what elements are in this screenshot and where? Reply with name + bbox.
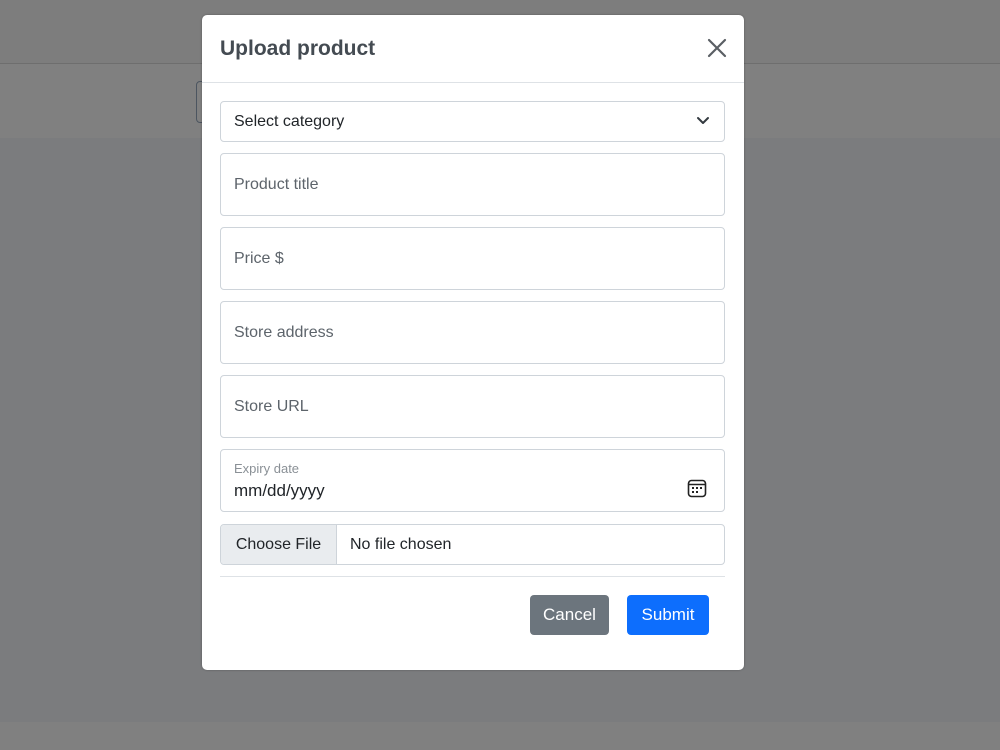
store-url-placeholder: Store URL <box>234 398 309 415</box>
store-address-input[interactable]: Store address <box>220 301 725 364</box>
calendar-icon[interactable] <box>687 478 707 498</box>
modal-header: Upload product <box>202 15 744 83</box>
cancel-button[interactable]: Cancel <box>530 595 609 635</box>
chevron-down-icon <box>697 117 709 124</box>
product-title-placeholder: Product title <box>234 176 319 193</box>
file-input[interactable]: Choose File No file chosen <box>220 524 725 565</box>
close-icon[interactable] <box>706 37 728 59</box>
category-select[interactable]: Select category <box>220 101 725 142</box>
expiry-date-label: Expiry date <box>234 461 300 476</box>
category-select-value: Select category <box>234 113 345 130</box>
choose-file-button[interactable]: Choose File <box>221 525 337 564</box>
store-address-placeholder: Store address <box>234 324 334 341</box>
price-input[interactable]: Price $ <box>220 227 725 290</box>
product-title-input[interactable]: Product title <box>220 153 725 216</box>
expiry-date-value: mm/dd/yyyy <box>234 481 325 500</box>
background-footer <box>0 722 1000 750</box>
price-placeholder: Price $ <box>234 250 284 267</box>
store-url-input[interactable]: Store URL <box>220 375 725 438</box>
expiry-date-input[interactable]: Expiry date mm/dd/yyyy <box>220 449 725 512</box>
modal-title: Upload product <box>220 37 376 60</box>
file-status: No file chosen <box>350 536 452 553</box>
submit-button[interactable]: Submit <box>627 595 709 635</box>
upload-product-modal: Upload product Select category Product t… <box>202 15 744 670</box>
footer-divider <box>220 576 725 577</box>
